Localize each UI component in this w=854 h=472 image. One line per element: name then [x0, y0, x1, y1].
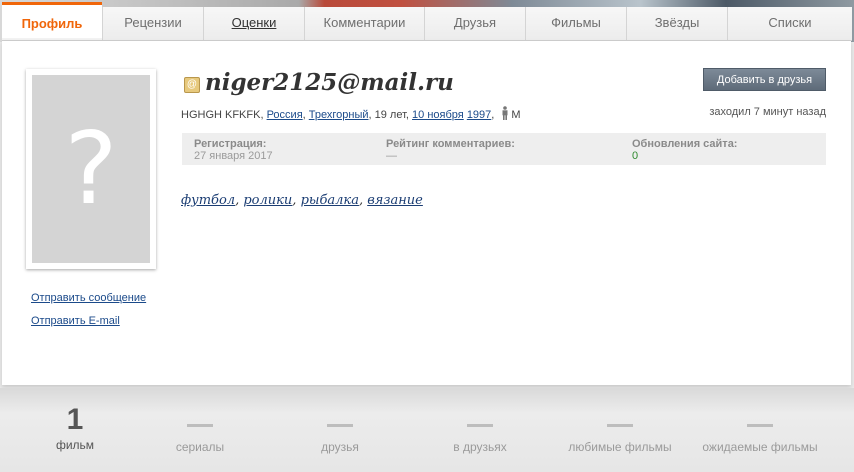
full-name: HGHGH KFKFK — [181, 109, 261, 121]
summary-series-label: сериалы — [175, 440, 225, 454]
avatar-placeholder: ? — [32, 75, 150, 263]
summary-awaited-films-label: ожидаемые фильмы — [702, 440, 818, 454]
mail-icon: @ — [184, 77, 200, 93]
summary-films[interactable]: 1 фильм — [5, 402, 145, 452]
birth-day-link[interactable]: 10 ноября — [412, 109, 464, 121]
summary-favorite-films-label: любимые фильмы — [568, 440, 672, 454]
interest-item[interactable]: рыбалка — [301, 193, 359, 208]
summary-series[interactable]: сериалы — [130, 402, 270, 454]
city-link[interactable]: Трехгорный — [309, 109, 369, 121]
page-title: niger2125@mail.ru — [205, 69, 454, 96]
avatar: ? — [26, 69, 156, 269]
birth-year-link[interactable]: 1997 — [467, 109, 491, 121]
country-link[interactable]: Россия — [267, 109, 303, 121]
summary-films-count: 1 — [66, 403, 84, 436]
summary-favorite-films-empty — [607, 424, 633, 427]
summary-in-friends-empty — [467, 424, 493, 427]
summary-in-friends-label: в друзьях — [453, 440, 507, 454]
summary-series-empty — [187, 424, 213, 427]
age: 19 лет — [374, 109, 406, 121]
summary-awaited-films-empty — [747, 424, 773, 427]
tab-lists[interactable]: Списки — [727, 7, 852, 40]
avatar-question-mark: ? — [64, 110, 118, 227]
gender: М — [511, 109, 521, 121]
summary-awaited-films[interactable]: ожидаемые фильмы — [690, 402, 830, 454]
summary-friends-empty — [327, 424, 353, 427]
summary-friends-label: друзья — [321, 440, 359, 454]
last-seen: заходил 7 минут назад — [709, 106, 826, 118]
add-friend-button[interactable]: Добавить в друзья — [703, 68, 826, 91]
tab-reviews[interactable]: Рецензии — [102, 7, 203, 40]
tab-profile[interactable]: Профиль — [2, 2, 102, 38]
tab-comments[interactable]: Комментарии — [304, 7, 424, 40]
stat-registration: Регистрация: 27 января 2017 — [194, 138, 273, 162]
male-icon — [501, 106, 509, 123]
interest-item[interactable]: футбол — [181, 193, 235, 208]
interest-item[interactable]: вязание — [367, 193, 423, 208]
summary-friends[interactable]: друзья — [270, 402, 410, 454]
send-message-link[interactable]: Отправить сообщение — [31, 292, 146, 304]
tab-films[interactable]: Фильмы — [525, 7, 626, 40]
profile-tabs: Профиль Рецензии Оценки Комментарии Друз… — [2, 2, 852, 41]
tab-stars[interactable]: Звёзды — [626, 7, 727, 40]
summary-stats: 1 фильм сериалы друзья в друзьях любимые… — [0, 388, 854, 472]
stats-bar: Регистрация: 27 января 2017 Рейтинг комм… — [182, 133, 826, 165]
interests-list: футбол, ролики, рыбалка, вязание — [181, 193, 423, 208]
summary-in-friends[interactable]: в друзьях — [410, 402, 550, 454]
summary-films-label: фильм — [55, 438, 95, 452]
profile-info-line: HGHGH KFKFK, Россия, Трехгорный, 19 лет,… — [181, 106, 521, 123]
interest-item[interactable]: ролики — [243, 193, 292, 208]
stat-site-updates: Обновления сайта: 0 — [632, 138, 738, 162]
tab-ratings[interactable]: Оценки — [203, 7, 304, 40]
tab-friends[interactable]: Друзья — [424, 7, 525, 40]
profile-panel: ? Отправить сообщение Отправить E-mail @… — [2, 41, 851, 385]
send-email-link[interactable]: Отправить E-mail — [31, 315, 120, 327]
stat-comment-rating: Рейтинг комментариев: — — [386, 138, 515, 162]
summary-favorite-films[interactable]: любимые фильмы — [550, 402, 690, 454]
